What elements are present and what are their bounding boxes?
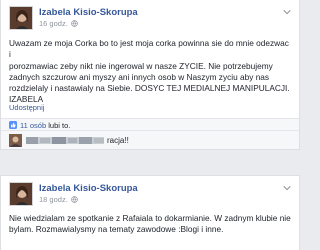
post-timestamp[interactable]: 18 godz. [39,195,68,204]
commenter-name-redacted [26,137,104,144]
chevron-down-icon[interactable] [283,9,291,15]
post-text: Nie wiedzialam ze spotkanie z Rafaiala t… [9,213,291,235]
likes-summary: 11 osób lubi to. [1,118,299,130]
likes-suffix: lubi to. [48,121,71,130]
post-author[interactable]: Izabela Kisio-Skorupa [39,7,138,18]
post-header: Izabela Kisio-Skorupa 16 godz. [9,6,293,32]
likers-link[interactable]: 11 osób [20,121,46,130]
post-author[interactable]: Izabela Kisio-Skorupa [39,183,138,194]
news-feed: Izabela Kisio-Skorupa 16 godz. Uwazam ze… [0,0,300,250]
comment-text: racja!! [107,136,129,145]
post-meta: 16 godz. [39,19,78,28]
globe-icon [70,20,78,27]
like-thumb-icon [9,121,17,129]
post-header: Izabela Kisio-Skorupa 18 godz. [9,182,293,208]
avatar[interactable] [9,6,33,30]
post: Izabela Kisio-Skorupa 18 godz. Nie wiedz… [0,175,300,250]
chevron-down-icon[interactable] [283,185,291,191]
globe-icon [70,196,78,203]
post-meta: 18 godz. [39,195,78,204]
post: Izabela Kisio-Skorupa 16 godz. Uwazam ze… [0,0,300,150]
post-timestamp[interactable]: 16 godz. [39,19,68,28]
commenter-avatar[interactable] [9,134,22,147]
comment: racja!! [1,130,299,149]
post-text: Uwazam ze moja Corka bo to jest moja cor… [9,38,290,105]
avatar[interactable] [9,182,33,206]
share-link[interactable]: Udostępnij [9,103,44,112]
like-count: 11 osób lubi to. [20,121,70,130]
